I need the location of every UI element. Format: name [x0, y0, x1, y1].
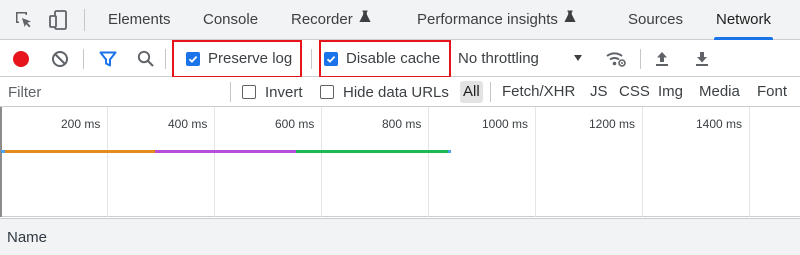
type-filter-label: Fetch/XHR: [502, 83, 576, 100]
preserve-log-highlight: [172, 40, 302, 78]
filter-bar: Invert Hide data URLs All Fetch/XHR JS C…: [0, 77, 800, 107]
timeline-tick-label: 400 ms: [168, 117, 208, 131]
import-icon[interactable]: [650, 47, 674, 71]
record-icon[interactable]: [9, 47, 33, 71]
column-header-name[interactable]: Name: [7, 219, 47, 255]
timeline-tick-label: 200 ms: [61, 117, 101, 131]
type-filter-media[interactable]: Media: [696, 81, 743, 103]
type-filter-img[interactable]: Img: [655, 81, 686, 103]
timeline-gridline: [428, 107, 429, 217]
filter-separator: [490, 82, 491, 102]
tab-bar-separator: [84, 9, 85, 31]
type-filter-label: Media: [699, 83, 740, 100]
clear-icon[interactable]: [48, 47, 72, 71]
filter-separator: [230, 82, 231, 102]
search-icon[interactable]: [134, 47, 158, 71]
invert-checkbox[interactable]: Invert: [242, 77, 303, 107]
type-filter-label: All: [463, 83, 480, 100]
network-toolbar: Preserve log Disable cache No throttling: [0, 40, 800, 78]
timeline-gridline: [749, 107, 750, 217]
checkbox-unchecked-icon[interactable]: [320, 85, 334, 99]
hide-data-urls-label: Hide data URLs: [343, 83, 449, 101]
device-toolbar-icon[interactable]: [46, 8, 70, 32]
network-conditions-icon[interactable]: [604, 47, 628, 71]
timeline-tick-label: 1200 ms: [589, 117, 636, 131]
timeline-tick-label: 1000 ms: [482, 117, 529, 131]
type-filter-css[interactable]: CSS: [616, 81, 653, 103]
requests-table-header: Name: [0, 218, 800, 255]
tab-performance-insights[interactable]: Performance insights: [417, 0, 576, 40]
tab-label: Elements: [108, 11, 171, 28]
timeline-tick-label: 800 ms: [382, 117, 422, 131]
timeline-gridline: [107, 107, 108, 217]
timeline-gridline: [214, 107, 215, 217]
tab-sources[interactable]: Sources: [628, 0, 683, 40]
type-filter-label: CSS: [619, 83, 650, 100]
type-filter-label: JS: [590, 83, 608, 100]
throttling-value: No throttling: [458, 50, 539, 67]
timeline-overview[interactable]: 200 ms 400 ms 600 ms 800 ms 1000 ms 1200…: [0, 107, 800, 217]
toolbar-separator: [640, 49, 641, 69]
dropdown-arrow-icon[interactable]: [574, 55, 582, 61]
tab-label: Console: [203, 11, 259, 28]
tab-label: Sources: [628, 11, 684, 28]
type-filter-fetch-xhr[interactable]: Fetch/XHR: [499, 81, 578, 103]
type-filter-font[interactable]: Font: [754, 81, 790, 103]
type-filter-label: Img: [658, 83, 684, 100]
tab-label: Recorder: [291, 11, 353, 28]
timeline-bar-green: [296, 150, 448, 153]
timeline-gridline: [642, 107, 643, 217]
inspect-element-icon[interactable]: [12, 8, 36, 32]
type-filter-all[interactable]: All: [460, 81, 483, 103]
timeline-bar-start-marker: [1, 150, 5, 153]
invert-label: Invert: [265, 83, 303, 101]
experiment-flask-icon: [564, 0, 576, 39]
timeline-gridline: [321, 107, 322, 217]
timeline-tick-label: 1400 ms: [696, 117, 743, 131]
tab-elements[interactable]: Elements: [108, 0, 171, 40]
type-filter-label: Font: [757, 83, 788, 100]
timeline-gridline: [535, 107, 536, 217]
devtools-tab-bar: Elements Console Recorder Performance in…: [0, 0, 800, 40]
tab-network[interactable]: Network: [713, 0, 774, 40]
overview-left-edge: [0, 107, 2, 217]
toolbar-separator: [311, 49, 312, 69]
filter-input[interactable]: [2, 80, 226, 104]
toolbar-separator: [83, 49, 84, 69]
export-icon[interactable]: [690, 47, 714, 71]
disable-cache-highlight: [319, 40, 451, 78]
tab-label: Performance insights: [417, 11, 558, 28]
tab-label: Network: [716, 11, 772, 28]
filter-icon[interactable]: [96, 47, 120, 71]
checkbox-unchecked-icon[interactable]: [242, 85, 256, 99]
timeline-bar-orange: [5, 150, 155, 153]
timeline-bar-blue: [448, 150, 451, 153]
hide-data-urls-checkbox[interactable]: Hide data URLs: [320, 77, 449, 107]
timeline-bar-purple: [155, 150, 296, 153]
toolbar-separator: [165, 49, 166, 69]
tab-recorder[interactable]: Recorder: [291, 0, 371, 40]
timeline-tick-label: 600 ms: [275, 117, 315, 131]
tab-console[interactable]: Console: [203, 0, 258, 40]
throttling-select[interactable]: No throttling: [458, 40, 539, 77]
experiment-flask-icon: [359, 0, 371, 39]
type-filter-js[interactable]: JS: [587, 81, 611, 103]
